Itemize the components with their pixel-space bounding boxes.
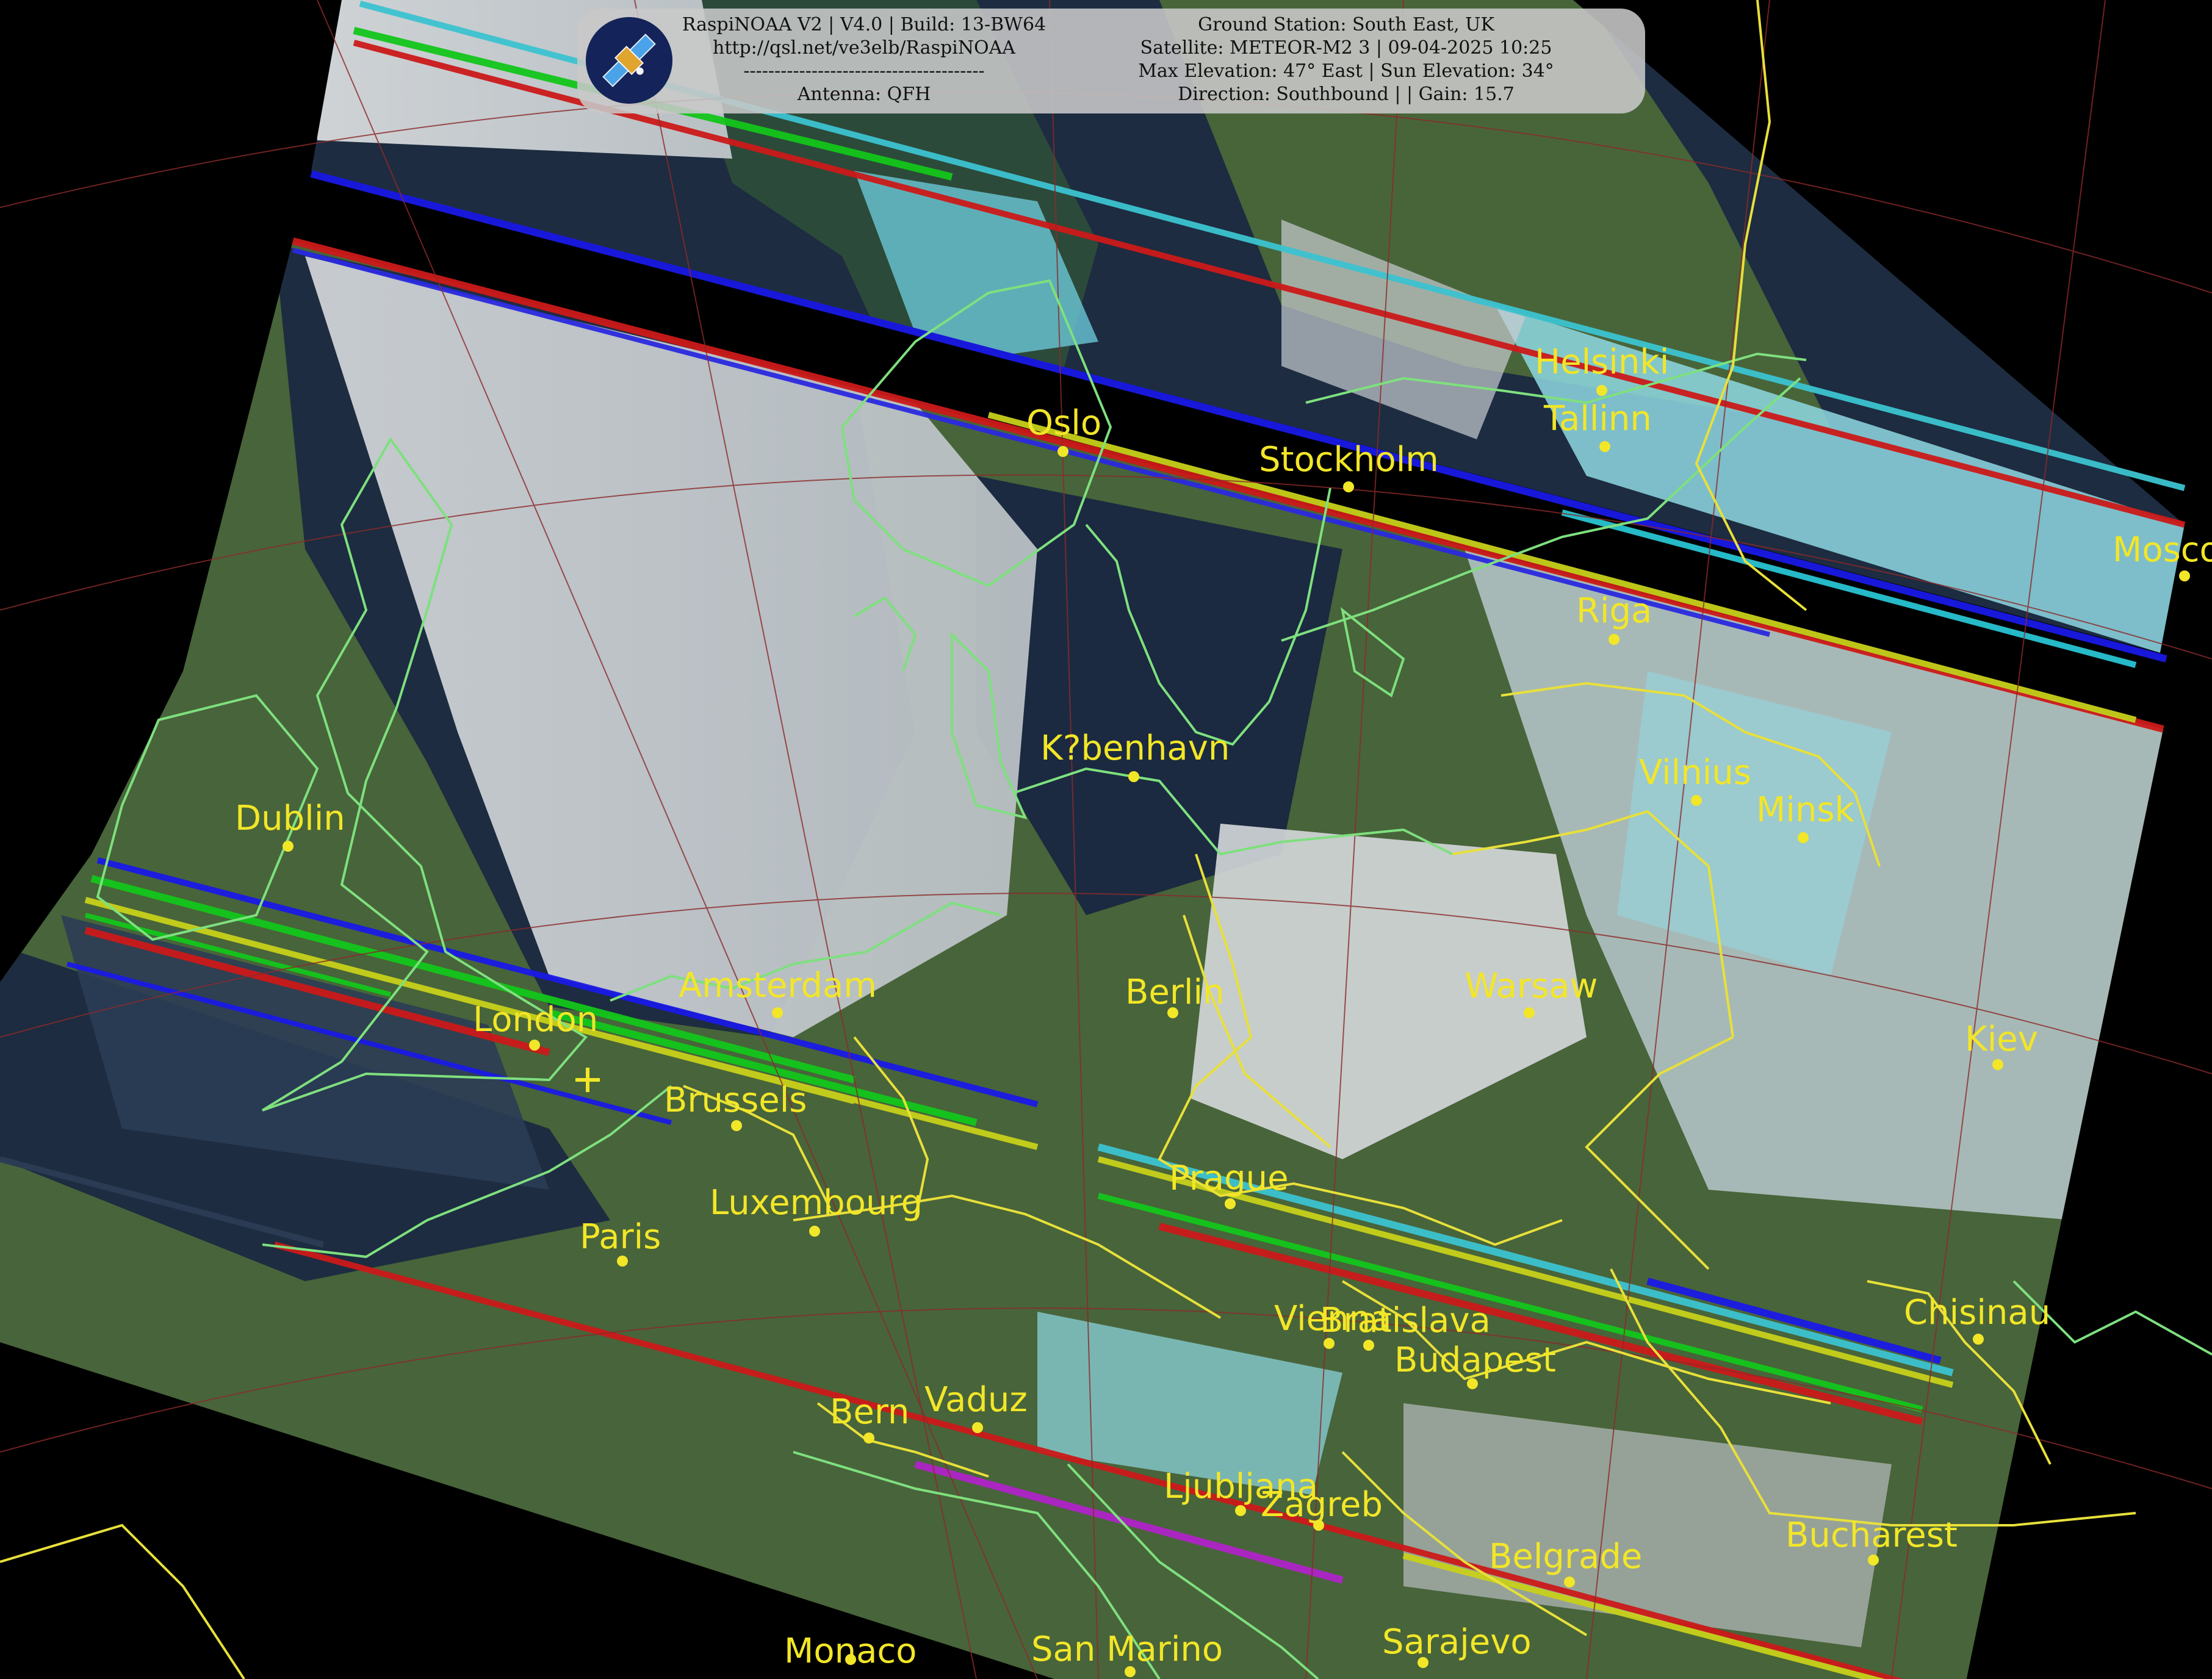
city-label: Bucharest	[1785, 1515, 1958, 1555]
city-marker	[1868, 1555, 1879, 1566]
city-label: Budapest	[1394, 1340, 1556, 1380]
city-label: Prague	[1169, 1159, 1289, 1198]
city-marker	[617, 1256, 628, 1267]
city-label: Kiev	[1965, 1019, 2038, 1059]
city-label: Oslo	[1026, 403, 1101, 443]
city-label: Brussels	[664, 1080, 807, 1120]
info-column-pass: Ground Station: South East, UK Satellite…	[1059, 13, 1633, 106]
city-label: Berlin	[1125, 973, 1225, 1012]
info-elevation-line: Max Elevation: 47° East | Sun Elevation:…	[1138, 60, 1554, 82]
city-label: Luxembourg	[710, 1183, 923, 1223]
city-marker	[809, 1226, 820, 1237]
info-ground-station-line: Ground Station: South East, UK	[1198, 14, 1494, 35]
city-marker	[1235, 1505, 1246, 1516]
city-label: Sarajevo	[1382, 1622, 1532, 1662]
city-marker	[1564, 1577, 1575, 1587]
info-satellite-line: Satellite: METEOR-M2 3 | 09-04-2025 10:2…	[1140, 37, 1552, 59]
city-marker	[1363, 1340, 1374, 1351]
satellite-map: Helsinki Tallinn Oslo Stockholm Mosco Riga K?b…	[0, 0, 2212, 1679]
city-marker	[1524, 1007, 1535, 1018]
info-direction-line: Direction: Southbound | | Gain: 15.7	[1178, 84, 1515, 105]
city-berlin: Berlin	[1125, 973, 1225, 1018]
city-label: Bratislava	[1320, 1301, 1491, 1340]
info-url-line: http://qsl.net/ve3elb/RaspiNOAA	[713, 37, 1015, 59]
city-label: Minsk	[1756, 790, 1855, 830]
info-column-software: RaspiNOAA V2 | V4.0 | Build: 13-BW64 htt…	[675, 13, 1053, 106]
city-marker	[1973, 1334, 1984, 1345]
city-label: Zagreb	[1261, 1485, 1383, 1525]
city-marker	[1057, 446, 1068, 457]
city-marker	[2179, 570, 2190, 581]
city-label: Bern	[830, 1392, 909, 1432]
city-label: Helsinki	[1535, 342, 1669, 382]
city-marker	[1992, 1059, 2003, 1070]
city-label: Mosco	[2113, 530, 2212, 570]
city-marker	[1798, 832, 1809, 843]
city-marker	[1691, 795, 1702, 806]
info-box: RaspiNOAA V2 | V4.0 | Build: 13-BW64 htt…	[577, 9, 1645, 113]
city-label: Riga	[1576, 591, 1652, 631]
city-label: Warsaw	[1464, 966, 1598, 1006]
city-label: Amsterdam	[679, 966, 877, 1005]
city-marker	[863, 1433, 874, 1444]
city-label: K?benhavn	[1040, 728, 1230, 768]
satellite-icon	[586, 17, 672, 104]
city-marker	[1343, 481, 1354, 492]
city-label: London	[473, 1000, 598, 1040]
city-label: Dublin	[235, 799, 345, 838]
city-label: Tallinn	[1543, 399, 1652, 439]
city-marker	[1596, 385, 1607, 396]
city-marker	[1225, 1198, 1236, 1209]
city-marker	[1609, 634, 1619, 645]
city-marker	[529, 1040, 540, 1051]
city-monaco: Monaco	[784, 1631, 917, 1671]
city-label: Vilnius	[1639, 753, 1751, 793]
info-divider-line: ---------------------------------------	[743, 60, 985, 82]
info-antenna-line: Antenna: QFH	[797, 84, 931, 105]
city-marker	[283, 841, 294, 852]
city-label: San Marino	[1031, 1630, 1223, 1669]
city-marker	[1128, 771, 1139, 782]
city-label: Chisinau	[1904, 1293, 2050, 1332]
city-label: Vaduz	[924, 1380, 1028, 1420]
city-zagreb: Zagreb	[1261, 1485, 1383, 1531]
info-software-line: RaspiNOAA V2 | V4.0 | Build: 13-BW64	[682, 14, 1047, 35]
city-label: Belgrade	[1489, 1537, 1642, 1577]
city-marker	[772, 1007, 783, 1018]
city-marker	[972, 1422, 983, 1433]
city-marker	[1599, 441, 1610, 452]
city-sarajevo: Sarajevo	[1382, 1622, 1532, 1668]
city-label: Stockholm	[1259, 440, 1439, 480]
city-label: Paris	[580, 1217, 661, 1257]
city-marker	[731, 1120, 742, 1131]
city-label: Monaco	[784, 1631, 917, 1671]
